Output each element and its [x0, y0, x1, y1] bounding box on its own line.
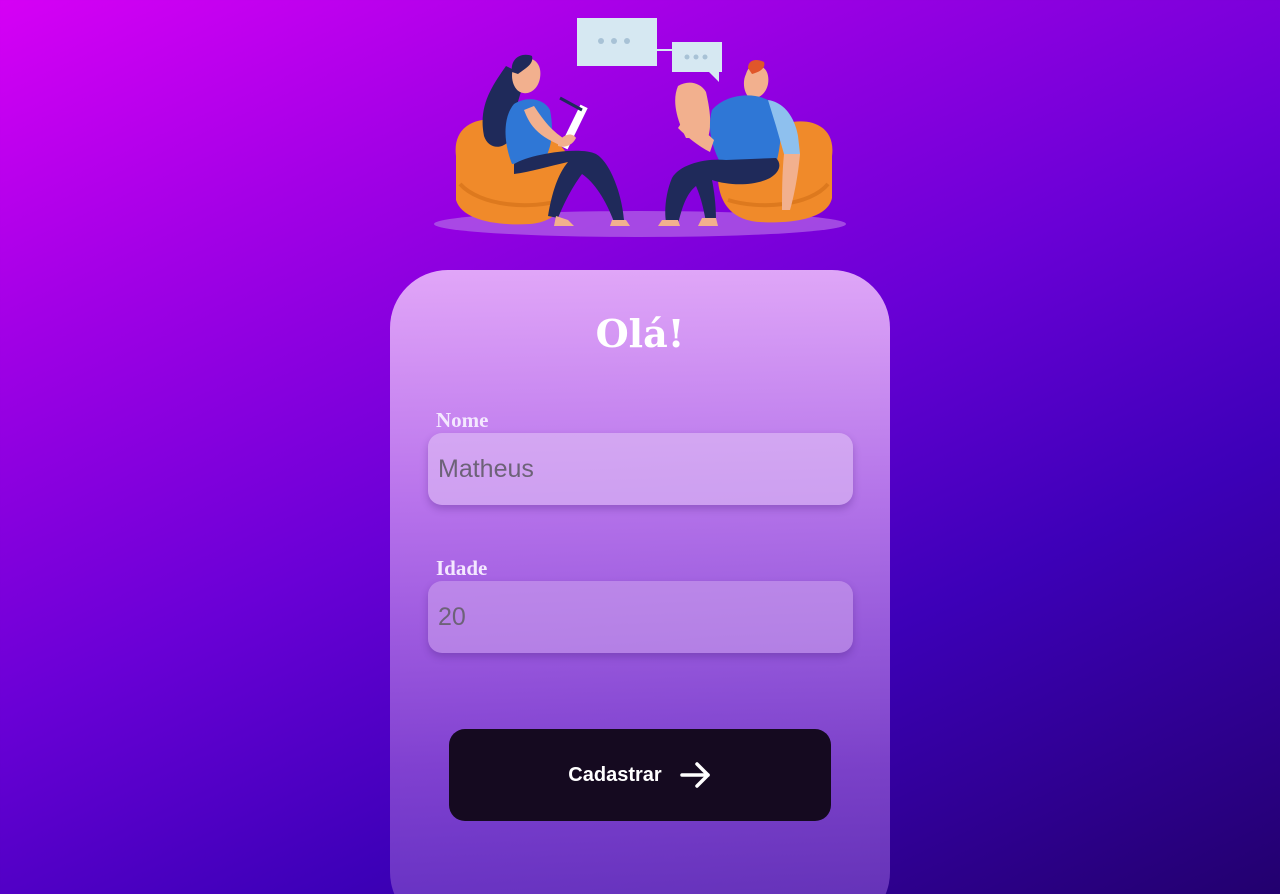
register-button[interactable]: Cadastrar: [449, 729, 831, 821]
name-field-value: Matheus: [438, 454, 534, 483]
register-button-label: Cadastrar: [568, 763, 662, 786]
register-card: Olá! Nome Matheus Idade 20 Cadastrar: [390, 270, 890, 894]
name-label: Nome: [436, 408, 489, 432]
name-field[interactable]: Matheus: [428, 433, 853, 505]
page-title: Olá!: [595, 311, 685, 356]
age-label: Idade: [436, 556, 488, 580]
age-field[interactable]: 20: [428, 581, 853, 653]
conversation-illustration: [434, 18, 846, 237]
speech-bubble-icon: [577, 18, 722, 82]
age-field-value: 20: [438, 602, 466, 631]
arrow-right-icon: [679, 762, 710, 788]
